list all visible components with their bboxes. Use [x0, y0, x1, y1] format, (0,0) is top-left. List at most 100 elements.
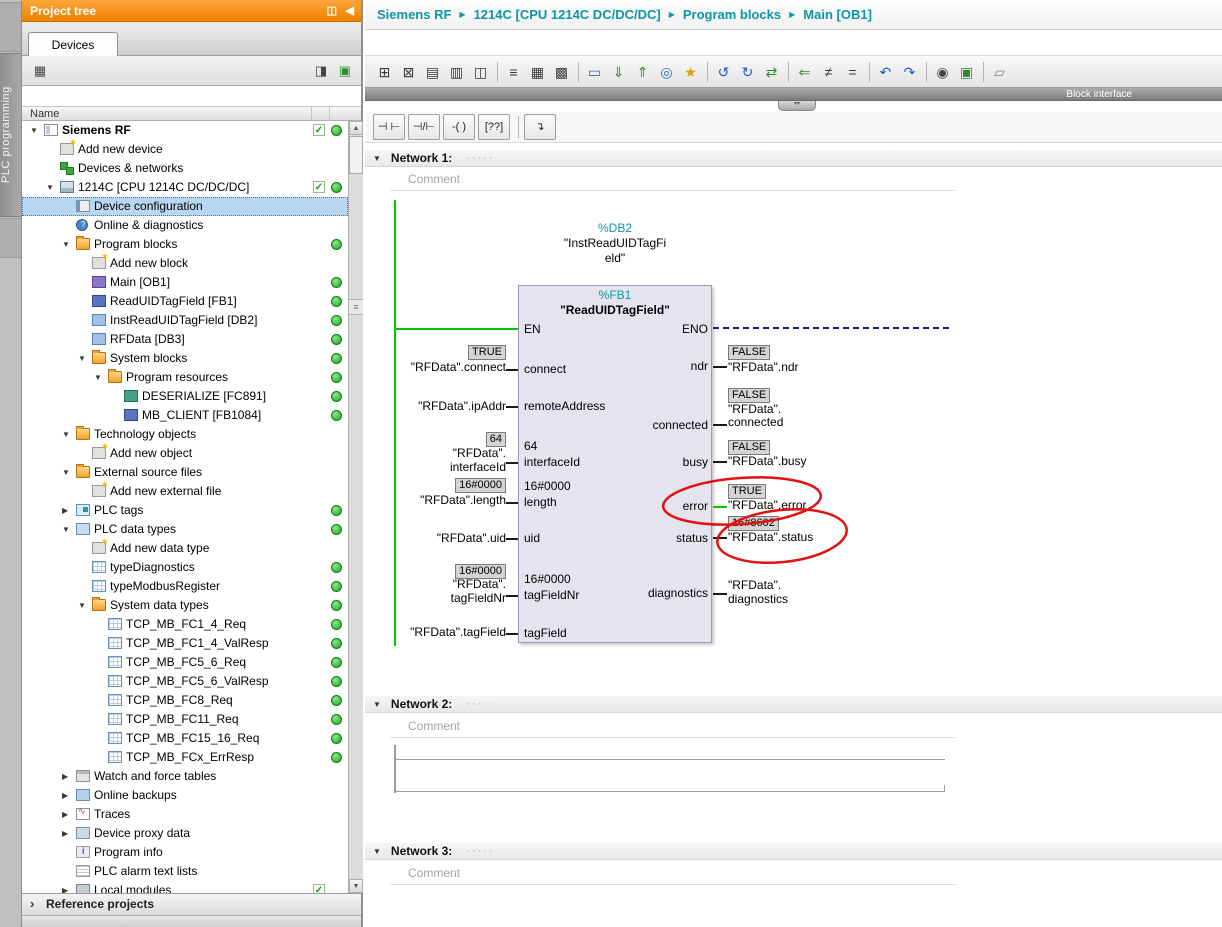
empty-box-button[interactable]: [??]	[478, 114, 510, 140]
chevron-right-icon[interactable]: ▶	[62, 506, 72, 515]
delete-network-icon[interactable]: ⊠	[397, 60, 420, 84]
tab-devices[interactable]: Devices	[28, 32, 118, 57]
monitor-all-icon[interactable]: ▣	[955, 60, 978, 84]
tree-item-plc-data-types[interactable]: ▼PLC data types	[22, 520, 348, 539]
tree-item-tcp-mb-fc11-req[interactable]: TCP_MB_FC11_Req	[22, 710, 348, 729]
tree-item-online-diagnostics[interactable]: Online & diagnostics	[22, 216, 348, 235]
equal-icon[interactable]: =	[841, 60, 864, 84]
fb-title[interactable]: "ReadUIDTagField"	[560, 303, 670, 317]
tree-item-typediagnostics[interactable]: typeDiagnostics	[22, 558, 348, 577]
tree-item-system-blocks[interactable]: ▼System blocks	[22, 349, 348, 368]
breadcrumb-item[interactable]: Siemens RF	[377, 7, 451, 22]
tree-item-rfdata-db3[interactable]: RFData [DB3]	[22, 330, 348, 349]
plc-programming-tab[interactable]: PLC programming	[0, 53, 21, 217]
chevron-down-icon[interactable]: ▼	[62, 430, 72, 439]
tree-item-main-ob1[interactable]: Main [OB1]	[22, 273, 348, 292]
collapse-panel-icon[interactable]: ◀	[346, 0, 354, 22]
open-branch-button[interactable]: ↴	[524, 114, 556, 140]
tree-item-tcp-mb-fc15-16-req[interactable]: TCP_MB_FC15_16_Req	[22, 729, 348, 748]
network-2-title-placeholder[interactable]: ·····	[466, 698, 494, 710]
tree-item-add-new-device[interactable]: Add new device	[22, 140, 348, 159]
tree-item-traces[interactable]: ▶Traces	[22, 805, 348, 824]
upload-from-device-icon[interactable]: ⇑	[631, 60, 654, 84]
collapse-networks-icon[interactable]: ▩	[550, 60, 573, 84]
tree-item-program-blocks[interactable]: ▼Program blocks	[22, 235, 348, 254]
tree-item-technology-objects[interactable]: ▼Technology objects	[22, 425, 348, 444]
breadcrumb-item[interactable]: Main [OB1]	[803, 7, 872, 22]
operand-interfaceid-line2[interactable]: interfaceId	[450, 460, 506, 474]
reference-projects-bar[interactable]: › Reference projects	[22, 893, 361, 915]
breadcrumb-item[interactable]: 1214C [CPU 1214C DC/DC/DC]	[474, 7, 661, 22]
network-1-header[interactable]: ▼ Network 1: ·····	[365, 150, 1222, 167]
tree-item-online-backups[interactable]: ▶Online backups	[22, 786, 348, 805]
scroll-thumb[interactable]	[349, 136, 363, 174]
chevron-down-icon[interactable]: ▼	[78, 354, 88, 363]
collapse-network-icon[interactable]: ▼	[373, 847, 381, 856]
chevron-right-icon[interactable]: ▶	[62, 772, 72, 781]
tree-item-readuidtagfield-fb1[interactable]: ReadUIDTagField [FB1]	[22, 292, 348, 311]
network-3-comment[interactable]: Comment	[408, 866, 460, 880]
collapse-network-icon[interactable]: ▼	[373, 700, 381, 709]
tree-item-program-info[interactable]: Program info	[22, 843, 348, 862]
operand-connected-line1[interactable]: "RFData".	[728, 402, 781, 416]
insert-row-icon[interactable]: ▤	[421, 60, 444, 84]
scroll-up-icon[interactable]: ▲	[349, 121, 363, 135]
tree-item-tcp-mb-fcx-errresp[interactable]: TCP_MB_FCx_ErrResp	[22, 748, 348, 767]
network-2-header[interactable]: ▼ Network 2: ·····	[365, 696, 1222, 713]
filter-icon[interactable]: ▦	[30, 61, 50, 81]
operand-error[interactable]: "RFData".error	[728, 498, 807, 512]
compare-prev-icon[interactable]: ⇐	[793, 60, 816, 84]
tree-item-device-configuration[interactable]: Device configuration	[22, 197, 348, 216]
network-2-comment[interactable]: Comment	[408, 719, 460, 733]
tree-item-devices-networks[interactable]: Devices & networks	[22, 159, 348, 178]
tree-item-1214c-cpu-1214c-dc-dc-dc[interactable]: ▼1214C [CPU 1214C DC/DC/DC]✓	[22, 178, 348, 197]
coil-button[interactable]: -( )	[443, 114, 475, 140]
tree-item-tcp-mb-fc5-6-valresp[interactable]: TCP_MB_FC5_6_ValResp	[22, 672, 348, 691]
nc-contact-button[interactable]: ⊣/⊢	[408, 114, 440, 140]
network-3-title-placeholder[interactable]: ·····	[466, 845, 494, 857]
tree-scrollbar[interactable]: ▲ ≡ ▼	[348, 121, 363, 893]
operand-tagfieldnr-line2[interactable]: tagFieldNr	[451, 591, 506, 605]
apply-snapshot-icon[interactable]: ⇄	[760, 60, 783, 84]
tree-item-tcp-mb-fc1-4-req[interactable]: TCP_MB_FC1_4_Req	[22, 615, 348, 634]
chevron-down-icon[interactable]: ▼	[30, 126, 40, 135]
operand-status[interactable]: "RFData".status	[728, 530, 813, 544]
operand-tagfield[interactable]: "RFData".tagField	[410, 625, 506, 639]
undo-icon[interactable]: ↺	[712, 60, 735, 84]
operand-length[interactable]: "RFData".length	[420, 493, 506, 507]
chevron-right-icon[interactable]: ▶	[62, 886, 72, 893]
tree-item-external-source-files[interactable]: ▼External source files	[22, 463, 348, 482]
chevron-right-icon[interactable]: ▶	[62, 810, 72, 819]
tree-item-system-data-types[interactable]: ▼System data types	[22, 596, 348, 615]
tree-item-tcp-mb-fc8-req[interactable]: TCP_MB_FC8_Req	[22, 691, 348, 710]
operand-ndr[interactable]: "RFData".ndr	[728, 360, 799, 374]
redo-icon[interactable]: ↻	[736, 60, 759, 84]
favorites-icon[interactable]: ★	[679, 60, 702, 84]
instance-db-name-line1[interactable]: "InstReadUIDTagFi	[564, 236, 666, 250]
operand-busy[interactable]: "RFData".busy	[728, 454, 807, 468]
tree-item-add-new-object[interactable]: Add new object	[22, 444, 348, 463]
tree-item-local-modules[interactable]: ▶Local modules✓	[22, 881, 348, 893]
instance-db-header[interactable]: %DB2	[598, 221, 632, 235]
network-1-comment[interactable]: Comment	[408, 172, 460, 186]
tree-item-add-new-data-type[interactable]: Add new data type	[22, 539, 348, 558]
tree-item-device-proxy-data[interactable]: ▶Device proxy data	[22, 824, 348, 843]
tree-item-add-new-external-file[interactable]: Add new external file	[22, 482, 348, 501]
snapshot-values-icon[interactable]: ◎	[655, 60, 678, 84]
tree-item-mb-client-fb1084[interactable]: MB_CLIENT [FB1084]	[22, 406, 348, 425]
expand-icon[interactable]: ›	[30, 896, 34, 911]
block-call-env-icon[interactable]: ▱	[988, 60, 1011, 84]
graph-view-icon[interactable]: ▣	[335, 61, 355, 81]
go-forward-icon[interactable]: ↷	[898, 60, 921, 84]
scroll-down-icon[interactable]: ▼	[349, 879, 363, 893]
network-3-header[interactable]: ▼ Network 3: ·····	[365, 843, 1222, 860]
chevron-down-icon[interactable]: ▼	[62, 240, 72, 249]
tree-item-tcp-mb-fc1-4-valresp[interactable]: TCP_MB_FC1_4_ValResp	[22, 634, 348, 653]
insert-network-icon[interactable]: ⊞	[373, 60, 396, 84]
delete-row-icon[interactable]: ▥	[445, 60, 468, 84]
operand-interfaceid-line1[interactable]: "RFData".	[453, 446, 506, 460]
tree-item-program-resources[interactable]: ▼Program resources	[22, 368, 348, 387]
operand-tagfieldnr-line1[interactable]: "RFData".	[453, 577, 506, 591]
scroll-grip-icon[interactable]: ≡	[349, 299, 363, 315]
block-interface-bar[interactable]: Block interface	[365, 88, 1222, 101]
